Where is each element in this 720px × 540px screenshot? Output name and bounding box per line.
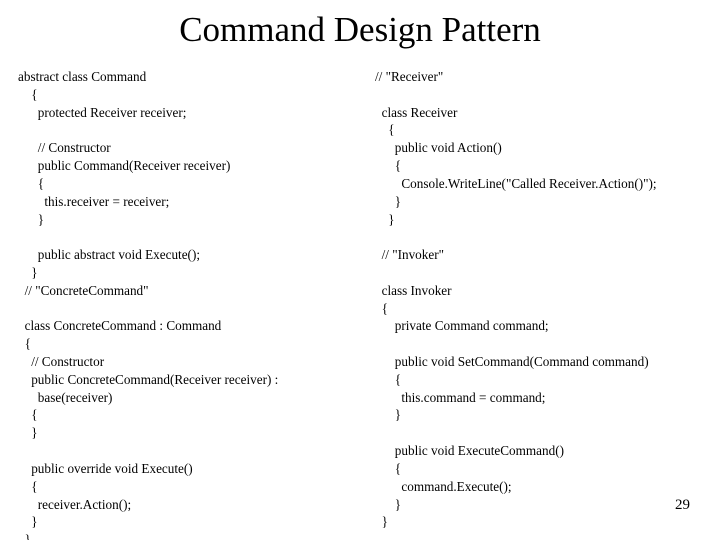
slide: Command Design Pattern abstract class Co… xyxy=(0,0,720,540)
code-left-column: abstract class Command { protected Recei… xyxy=(18,68,348,540)
code-right-column: // "Receiver" class Receiver { public vo… xyxy=(375,68,705,531)
slide-title: Command Design Pattern xyxy=(0,10,720,50)
page-number: 29 xyxy=(675,497,690,514)
